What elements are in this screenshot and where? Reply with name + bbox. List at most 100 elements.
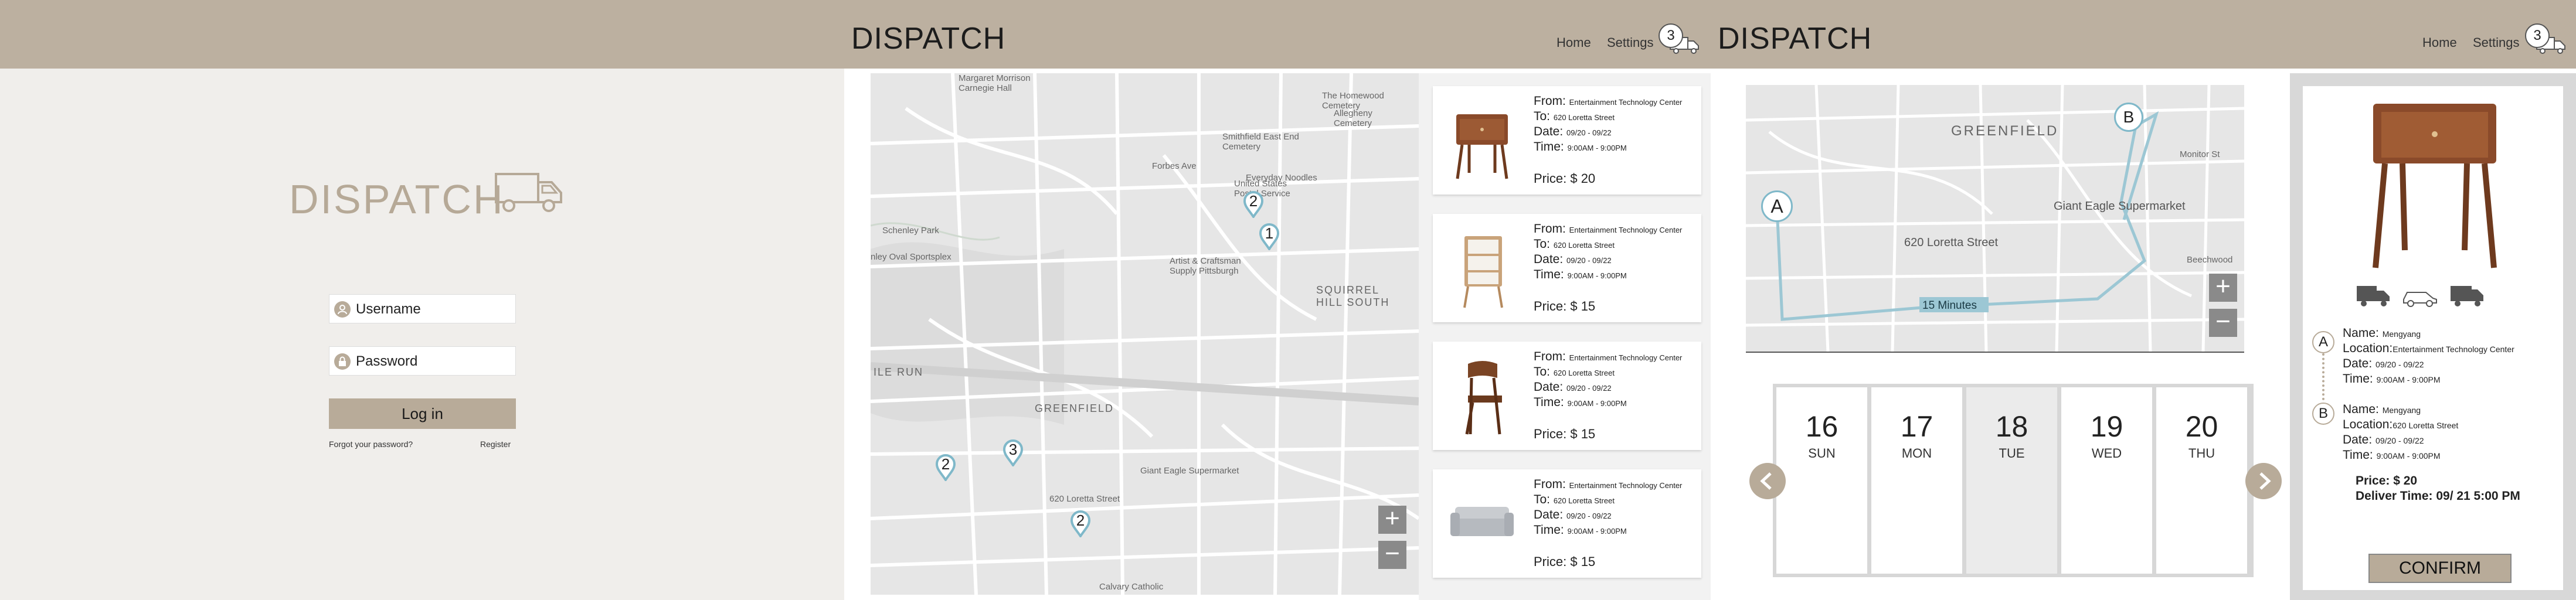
name-label: Name: xyxy=(2343,403,2379,416)
brand-title: DISPATCH xyxy=(1718,22,1872,56)
pin-count: 2 xyxy=(941,455,950,473)
van-icon[interactable] xyxy=(2449,282,2485,308)
zoom-out-button[interactable]: − xyxy=(1378,541,1406,569)
from-value: Entertainment Technology Center xyxy=(1569,98,1683,107)
order-time-row: Time: 9:00AM - 9:00PM xyxy=(1534,523,1627,537)
map-pin-marker[interactable]: 2 xyxy=(1070,510,1091,538)
order-card[interactable]: From: Entertainment Technology Center To… xyxy=(1433,469,1701,578)
pickup-location-row: Location:Entertainment Technology Center xyxy=(2343,342,2514,356)
dropoff-date-row: Date: 09/20 - 09/22 xyxy=(2343,433,2424,447)
date-label: Date: xyxy=(1534,508,1564,521)
pin-count: 2 xyxy=(1249,192,1258,210)
order-list: From: Entertainment Technology Center To… xyxy=(1419,73,1711,600)
day-number: 18 xyxy=(1995,410,2028,443)
order-to-row: To: 620 Loretta Street xyxy=(1534,365,1615,379)
date-label: Date: xyxy=(1534,125,1564,138)
car-icon[interactable] xyxy=(2402,285,2438,308)
order-card[interactable]: From: Entertainment Technology Center To… xyxy=(1433,342,1701,450)
name-label: Name: xyxy=(2343,326,2379,340)
delivery-cart-button[interactable]: 3 xyxy=(2525,23,2567,56)
app-header: DISPATCH Home Settings 3 xyxy=(1711,0,2576,69)
nav-settings-link[interactable]: Settings xyxy=(1607,35,1654,50)
date-value: 09/20 - 09/22 xyxy=(1566,512,1612,520)
map-pin-marker[interactable]: 1 xyxy=(1259,223,1280,251)
orders-map[interactable]: Margaret Morrison Carnegie Hall The Home… xyxy=(871,73,1419,595)
route-end-marker-b[interactable]: B xyxy=(2114,103,2143,132)
day-number: 17 xyxy=(1900,410,1933,443)
confirm-button[interactable]: CONFIRM xyxy=(2368,554,2512,583)
order-to-row: To: 620 Loretta Street xyxy=(1534,110,1615,124)
pickup-name-row: Name: Mengyang xyxy=(2343,326,2421,340)
username-field[interactable]: Username xyxy=(329,294,516,323)
nav-home-link[interactable]: Home xyxy=(2422,35,2457,50)
zoom-in-button[interactable]: + xyxy=(2209,274,2237,302)
calendar-day[interactable]: 19 WED xyxy=(2061,387,2152,574)
time-value: 9:00AM - 9:00PM xyxy=(1567,144,1627,152)
date-value: 09/20 - 09/22 xyxy=(1566,256,1612,265)
minus-icon: − xyxy=(2215,307,2231,336)
order-from-row: From: Entertainment Technology Center xyxy=(1534,222,1682,236)
order-from-row: From: Entertainment Technology Center xyxy=(1534,350,1682,364)
calendar-day[interactable]: 16 SUN xyxy=(1776,387,1867,574)
route-map[interactable]: GREENFIELD Giant Eagle Supermarket 620 L… xyxy=(1746,85,2244,353)
time-label: Time: xyxy=(1534,523,1564,537)
zoom-in-button[interactable]: + xyxy=(1378,506,1406,534)
date-label: Date: xyxy=(2343,357,2373,370)
day-name: THU xyxy=(2188,446,2215,461)
order-time-row: Time: 9:00AM - 9:00PM xyxy=(1534,396,1627,410)
pin-count: 3 xyxy=(1008,441,1018,458)
delivery-date-calendar: 16 SUN 17 MON 18 TUE 19 WED 20 THU xyxy=(1773,384,2254,577)
calendar-day[interactable]: 20 THU xyxy=(2156,387,2247,574)
map-label-greenfield: GREENFIELD xyxy=(1035,403,1114,414)
from-label: From: xyxy=(1534,350,1566,363)
time-value: 9:00AM - 9:00PM xyxy=(1567,399,1627,408)
calendar-prev-button[interactable] xyxy=(1749,463,1786,499)
name-value: Mengyang xyxy=(2382,405,2421,415)
large-truck-icon[interactable] xyxy=(2356,282,2391,308)
zoom-out-button[interactable]: − xyxy=(2209,309,2237,337)
time-label: Time: xyxy=(1534,140,1564,154)
order-detail-screen: DISPATCH Home Settings 3 GREENFIELD Gian… xyxy=(1711,0,2576,600)
calendar-day[interactable]: 17 MON xyxy=(1871,387,1962,574)
order-price: Price: $ 15 xyxy=(1534,299,1596,313)
pin-count: 1 xyxy=(1265,224,1274,242)
from-label: From: xyxy=(1534,478,1566,491)
map-pin-marker[interactable]: 2 xyxy=(935,454,956,482)
to-value: 620 Loretta Street xyxy=(1553,113,1615,122)
register-link[interactable]: Register xyxy=(480,439,511,449)
calendar-next-button[interactable] xyxy=(2245,463,2282,499)
from-value: Entertainment Technology Center xyxy=(1569,481,1683,490)
nightstand-white-image xyxy=(1463,236,1503,308)
order-from-row: From: Entertainment Technology Center xyxy=(1534,478,1682,492)
map-label-squirrel-hill: SQUIRREL HILL SOUTH xyxy=(1316,284,1390,308)
password-field[interactable]: Password xyxy=(329,346,516,376)
nav-settings-link[interactable]: Settings xyxy=(2473,35,2520,50)
day-number: 16 xyxy=(1805,410,1838,443)
pickup-marker-a: A xyxy=(2312,331,2334,353)
order-price: Price: $ 15 xyxy=(1534,554,1596,569)
name-value: Mengyang xyxy=(2382,329,2421,339)
time-label: Time: xyxy=(2343,448,2373,462)
calendar-day-selected[interactable]: 18 TUE xyxy=(1966,387,2057,574)
route-start-marker-a[interactable]: A xyxy=(1761,190,1793,222)
date-label: Date: xyxy=(2343,433,2373,446)
order-from-row: From: Entertainment Technology Center xyxy=(1534,94,1682,108)
delivery-cart-button[interactable]: 3 xyxy=(1659,23,1701,56)
map-label-oval: nley Oval Sportsplex xyxy=(871,252,951,262)
map-streets-graphic xyxy=(871,73,1419,595)
order-card[interactable]: From: Entertainment Technology Center To… xyxy=(1433,214,1701,322)
login-button[interactable]: Log in xyxy=(329,398,516,429)
forgot-password-link[interactable]: Forgot your password? xyxy=(329,439,413,449)
map-pin-marker[interactable]: 2 xyxy=(1243,191,1264,219)
nav-home-link[interactable]: Home xyxy=(1557,35,1591,50)
time-label: Time: xyxy=(2343,372,2373,386)
brand-logo-text: DISPATCH xyxy=(289,176,505,222)
map-pin-marker[interactable]: 3 xyxy=(1002,439,1024,468)
map-label-schenley: Schenley Park xyxy=(882,226,939,236)
map-label-homewood: The Homewood Cemetery xyxy=(1322,91,1384,111)
nightstand-walnut-image xyxy=(1456,114,1508,179)
to-value: 620 Loretta Street xyxy=(1553,241,1615,250)
order-card[interactable]: From: Entertainment Technology Center To… xyxy=(1433,86,1701,195)
map-label-calvary: Calvary Catholic xyxy=(1099,582,1164,592)
to-value: 620 Loretta Street xyxy=(1553,496,1615,505)
